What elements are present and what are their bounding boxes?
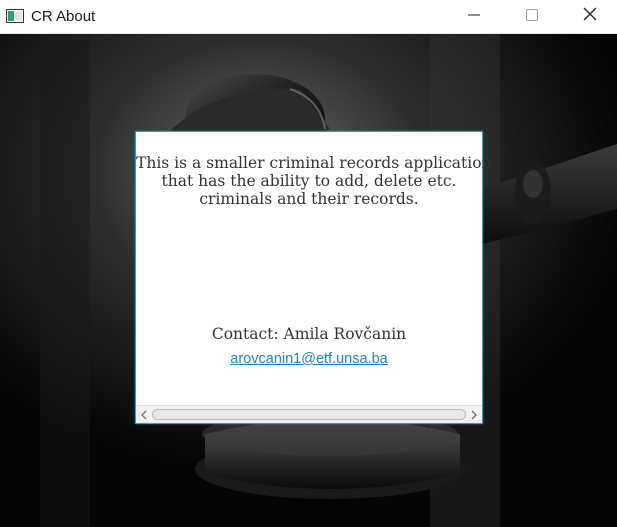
close-button[interactable] (561, 0, 617, 33)
about-panel: This is a smaller criminal records appli… (135, 131, 492, 424)
scrollbar-thumb[interactable] (152, 409, 466, 420)
chevron-left-icon[interactable] (137, 406, 151, 423)
minimize-button[interactable] (445, 0, 503, 33)
contact-label: Contact: Amila Rovčanin (211, 325, 407, 343)
close-icon (583, 7, 597, 26)
chevron-right-icon[interactable] (467, 406, 481, 423)
horizontal-scrollbar[interactable] (136, 405, 482, 423)
app-description: This is a smaller criminal records appli… (136, 154, 492, 208)
app-window-icon (6, 9, 24, 23)
description-line: criminals and their records. (199, 190, 419, 208)
about-window: CR About This is a smaller criminal reco… (0, 0, 617, 527)
title-bar[interactable]: CR About (0, 0, 617, 34)
email-link[interactable]: arovcanin1@etf.unsa.ba (136, 351, 482, 367)
description-line: that has the ability to add, delete etc. (161, 172, 457, 190)
window-title: CR About (31, 8, 96, 25)
maximize-icon (526, 8, 538, 26)
maximize-button[interactable] (503, 0, 561, 33)
minimize-icon (468, 8, 480, 26)
description-line: This is a smaller criminal records appli… (136, 154, 492, 172)
